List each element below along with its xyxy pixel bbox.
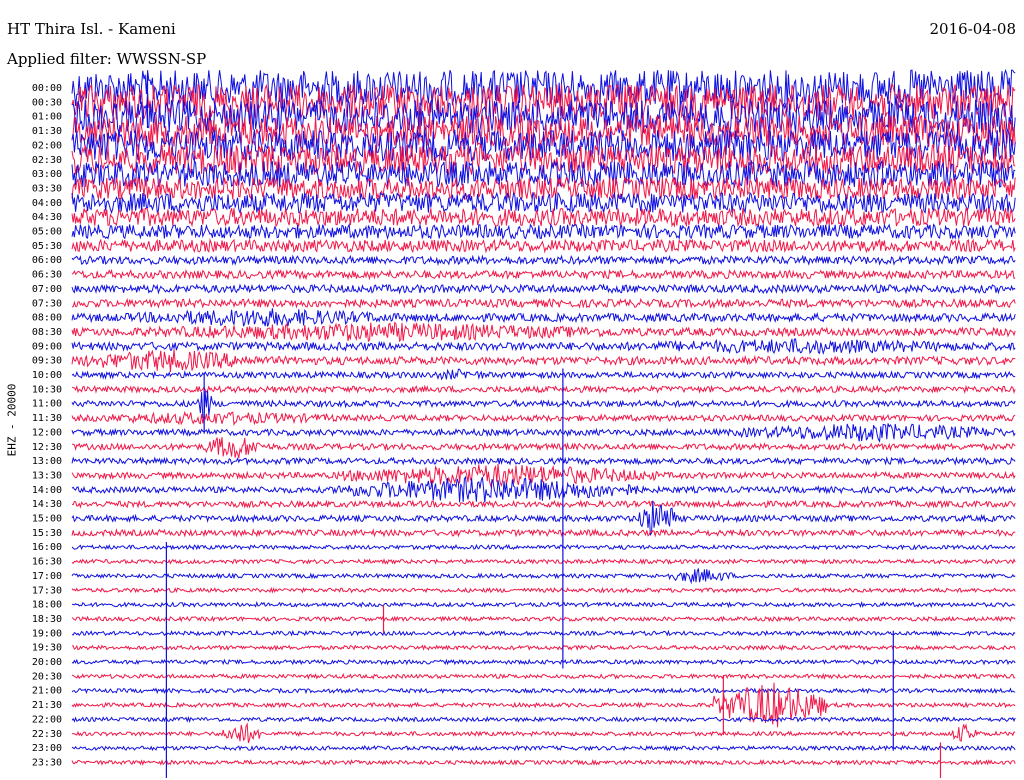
trace-line: [71, 410, 1016, 427]
trace-line: [71, 499, 1016, 510]
row-time-label: 07:00: [32, 284, 62, 295]
trace-line: [71, 83, 1016, 123]
trace-line: [71, 722, 1016, 744]
trace-line: [71, 349, 1016, 373]
row-time-label: 14:00: [32, 485, 62, 496]
row-time-label: 12:00: [32, 427, 62, 438]
trace-line: [71, 338, 1016, 355]
row-time-label: 22:30: [32, 729, 62, 740]
row-time-label: 02:00: [32, 140, 62, 151]
row-time-label: 01:30: [32, 126, 62, 137]
row-time-label: 18:30: [32, 614, 62, 625]
row-time-label: 13:30: [32, 470, 62, 481]
trace-line: [71, 308, 1016, 327]
trace-line: [71, 207, 1016, 228]
trace-line: [71, 644, 1016, 652]
row-time-label: 20:30: [32, 671, 62, 682]
row-time-label: 06:30: [32, 270, 62, 281]
trace-line: [71, 238, 1016, 254]
row-time-label: 03:00: [32, 169, 62, 180]
row-time-label: 10:30: [32, 384, 62, 395]
row-time-label: 01:00: [32, 112, 62, 123]
row-time-label: 16:30: [32, 557, 62, 568]
trace-line: [71, 586, 1016, 594]
trace-line: [71, 283, 1016, 295]
trace-line: [71, 297, 1016, 310]
row-time-label: 17:00: [32, 571, 62, 582]
trace-line: [71, 321, 1016, 343]
channel-label: EHZ - 20000: [5, 383, 19, 457]
row-time-label: 23:00: [32, 743, 62, 754]
trace-line: [71, 456, 1016, 466]
row-time-label: 15:00: [32, 514, 62, 525]
row-time-label: 09:00: [32, 341, 62, 352]
row-time-label: 05:00: [32, 227, 62, 238]
trace-line: [71, 715, 1016, 724]
row-time-label: 04:30: [32, 212, 62, 223]
trace-line: [71, 527, 1016, 538]
row-time-label: 19:30: [32, 643, 62, 654]
row-time-label: 06:00: [32, 255, 62, 266]
trace-line: [71, 615, 1016, 623]
row-time-label: 08:00: [32, 313, 62, 324]
row-time-label: 00:30: [32, 97, 62, 108]
row-time-label: 21:30: [32, 700, 62, 711]
row-time-label: 05:30: [32, 241, 62, 252]
row-time-label: 21:00: [32, 686, 62, 697]
row-time-label: 12:30: [32, 442, 62, 453]
trace-line: [71, 543, 1016, 551]
row-time-label: 11:00: [32, 399, 62, 410]
row-time-label: 15:30: [32, 528, 62, 539]
trace-line: [71, 672, 1016, 680]
row-time-label: 13:00: [32, 456, 62, 467]
row-time-label: 03:30: [32, 183, 62, 194]
trace-line: [71, 222, 1016, 241]
row-time-label: 09:30: [32, 356, 62, 367]
trace-line: [71, 384, 1016, 395]
trace-line: [71, 687, 1016, 695]
trace-line: [71, 268, 1016, 281]
trace-line: [71, 368, 1016, 381]
row-time-label: 02:30: [32, 155, 62, 166]
row-time-label: 20:00: [32, 657, 62, 668]
trace-line: [71, 568, 1016, 585]
trace-line: [71, 558, 1016, 566]
trace-line: [71, 744, 1016, 752]
row-time-label: 14:30: [32, 499, 62, 510]
seismogram-plot: 00:00 00:30 01:00 01:30 02:00 02:30 03:00 03:30…: [32, 68, 1016, 778]
row-time-label: 17:30: [32, 585, 62, 596]
row-time-label: 04:00: [32, 198, 62, 209]
row-time-label: 22:00: [32, 714, 62, 725]
trace-line: [71, 254, 1016, 267]
trace-line: [71, 629, 1016, 637]
trace-line: [71, 423, 1016, 443]
trace-line: [71, 437, 1016, 459]
row-time-label: 10:00: [32, 370, 62, 381]
row-time-label: 23:30: [32, 757, 62, 768]
row-time-label: 19:00: [32, 628, 62, 639]
row-time-label: 11:30: [32, 413, 62, 424]
trace-line: [71, 658, 1016, 666]
trace-line: [71, 601, 1016, 609]
seismogram-page: HT Thira Isl. - Kameni 2016-04-08 Applie…: [0, 0, 1024, 780]
row-time-label: 18:00: [32, 600, 62, 611]
row-time-label: 08:30: [32, 327, 62, 338]
row-time-label: 07:30: [32, 298, 62, 309]
row-time-label: 00:00: [32, 83, 62, 94]
trace-line: [71, 759, 1016, 766]
trace-line: [71, 475, 1016, 503]
row-time-label: 16:00: [32, 542, 62, 553]
